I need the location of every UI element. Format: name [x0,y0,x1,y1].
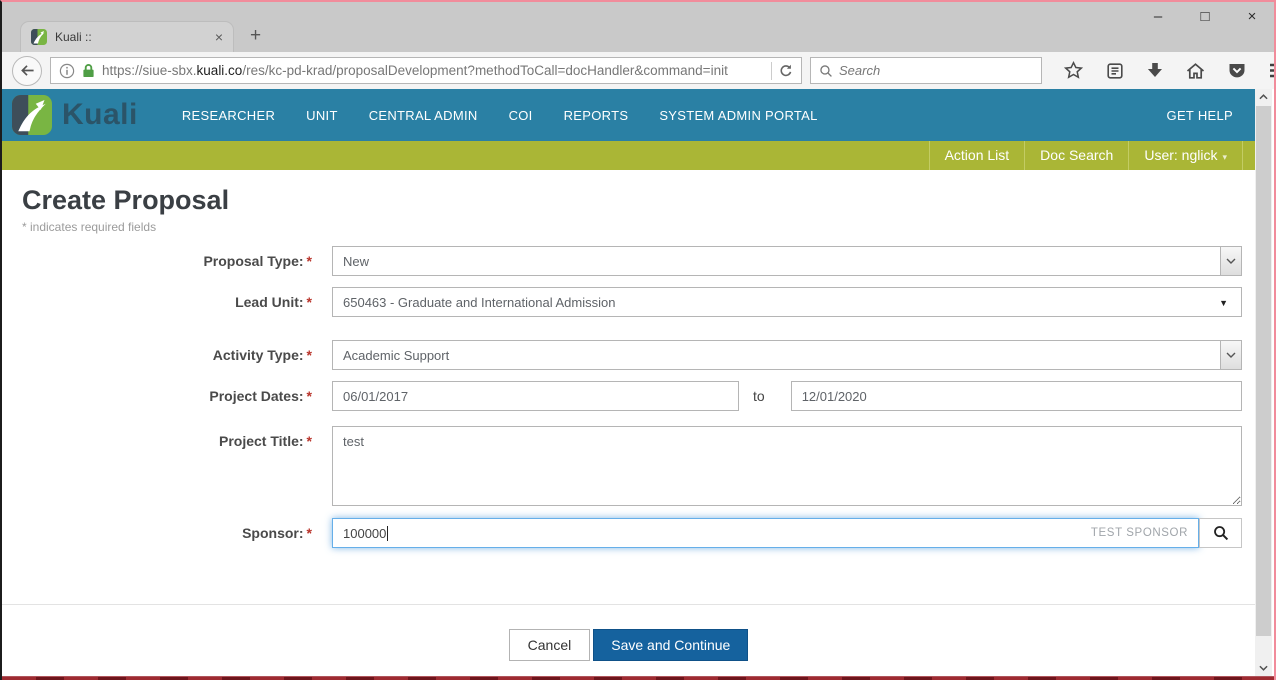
nav-researcher[interactable]: RESEARCHER [182,108,275,123]
kuali-favicon [31,29,47,45]
page-scrollbar[interactable] [1255,89,1272,676]
project-end-date-input[interactable] [790,381,1242,411]
browser-window: Kuali :: × + – □ × https://siue-sbx.kual… [0,0,1276,680]
maximize-button[interactable]: □ [1195,8,1215,25]
doc-search-link[interactable]: Doc Search [1024,141,1128,170]
caret-down-icon: ▼ [1219,298,1228,308]
cancel-button[interactable]: Cancel [508,629,591,661]
back-button[interactable] [12,55,42,86]
project-start-date-input[interactable] [332,381,739,411]
utility-bar: Action List Doc Search User: nglick ▾ [2,141,1255,170]
required-marker: * [306,433,312,449]
minimize-button[interactable]: – [1148,8,1168,25]
pocket-icon[interactable] [1228,62,1246,79]
proposal-type-label: Proposal Type: [203,253,304,269]
project-dates-row: Project Dates:* to [2,381,1255,411]
lead-unit-label: Lead Unit: [235,294,304,310]
lead-unit-row: Lead Unit: * 650463 - Graduate and Intern… [2,287,1255,317]
scrollbar-thumb[interactable] [1256,106,1271,636]
sponsor-label: Sponsor: [242,525,304,541]
activity-type-row: Activity Type: * Academic Support [2,340,1255,370]
bottom-strip [2,676,1274,680]
lead-unit-select[interactable]: 650463 - Graduate and International Admi… [332,287,1242,317]
new-tab-button[interactable]: + [242,25,269,47]
proposal-type-select[interactable]: New [332,246,1242,276]
home-icon[interactable] [1186,62,1205,80]
menu-icon[interactable] [1269,63,1274,78]
browser-tab[interactable]: Kuali :: × [20,21,234,52]
main-nav: RESEARCHER UNIT CENTRAL ADMIN COI REPORT… [182,108,818,123]
text-cursor [387,525,389,541]
dates-separator: to [753,388,765,404]
nav-system-admin-portal[interactable]: SYSTEM ADMIN PORTAL [659,108,817,123]
kuali-logo [12,95,52,135]
page-title: Create Proposal [22,185,230,215]
url-bar[interactable]: https://siue-sbx.kuali.co/res/kc-pd-krad… [50,57,802,84]
proposal-type-row: Proposal Type: * New [2,246,1255,276]
search-icon [819,64,833,78]
form-footer: Cancel Save and Continue [2,604,1255,661]
info-icon[interactable] [59,63,75,79]
titlebar: Kuali :: × + – □ × [2,2,1274,52]
tab-title: Kuali :: [55,30,92,44]
action-list-link[interactable]: Action List [928,141,1025,170]
close-button[interactable]: × [1242,8,1262,25]
url-text[interactable]: https://siue-sbx.kuali.co/res/kc-pd-krad… [102,63,764,78]
scroll-up-icon[interactable] [1255,89,1272,105]
sponsor-input[interactable]: 100000 TEST SPONSOR [332,518,1199,548]
sponsor-hint: TEST SPONSOR [1090,527,1188,539]
kuali-page: Kuali RESEARCHER UNIT CENTRAL ADMIN COI … [2,89,1274,680]
project-title-textarea[interactable]: test [332,426,1242,506]
sponsor-lookup-button[interactable] [1199,518,1242,548]
activity-type-select[interactable]: Academic Support [332,340,1242,370]
activity-type-label: Activity Type: [212,347,304,363]
sponsor-row: Sponsor: * 100000 TEST SPONSOR [2,518,1255,548]
reload-icon[interactable] [779,64,793,78]
downloads-icon[interactable] [1147,62,1163,79]
navigation-toolbar: https://siue-sbx.kuali.co/res/kc-pd-krad… [2,52,1274,89]
search-bar[interactable] [810,57,1042,84]
save-and-continue-button[interactable]: Save and Continue [593,629,749,661]
nav-central-admin[interactable]: CENTRAL ADMIN [369,108,478,123]
scroll-down-icon[interactable] [1255,660,1272,676]
caret-down-icon: ▾ [1222,152,1227,162]
project-title-label: Project Title: [219,433,304,449]
required-marker: * [306,294,312,310]
tab-close-icon[interactable]: × [215,29,223,45]
required-marker: * [306,525,312,541]
create-proposal-form: Proposal Type: * New Lead Unit: * 650463 -… [2,246,1255,548]
bookmark-star-icon[interactable] [1064,61,1083,80]
required-marker: * [306,388,312,404]
user-menu[interactable]: User: nglick ▾ [1128,141,1243,170]
required-fields-note: * indicates required fields [22,220,157,234]
project-title-row: Project Title: * test [2,426,1255,506]
required-marker: * [306,253,312,269]
search-input[interactable] [839,63,1033,78]
brand-text: Kuali [62,98,138,131]
nav-unit[interactable]: UNIT [306,108,338,123]
lock-icon[interactable] [82,63,95,78]
bookmarks-list-icon[interactable] [1106,62,1124,80]
search-icon [1213,525,1229,541]
project-dates-label: Project Dates: [209,388,304,404]
required-marker: * [306,347,312,363]
nav-reports[interactable]: REPORTS [564,108,629,123]
chevron-down-icon[interactable] [1220,341,1241,369]
chevron-down-icon[interactable] [1220,247,1241,275]
nav-coi[interactable]: COI [509,108,533,123]
kuali-header: Kuali RESEARCHER UNIT CENTRAL ADMIN COI … [2,89,1255,141]
get-help-link[interactable]: GET HELP [1167,108,1233,123]
